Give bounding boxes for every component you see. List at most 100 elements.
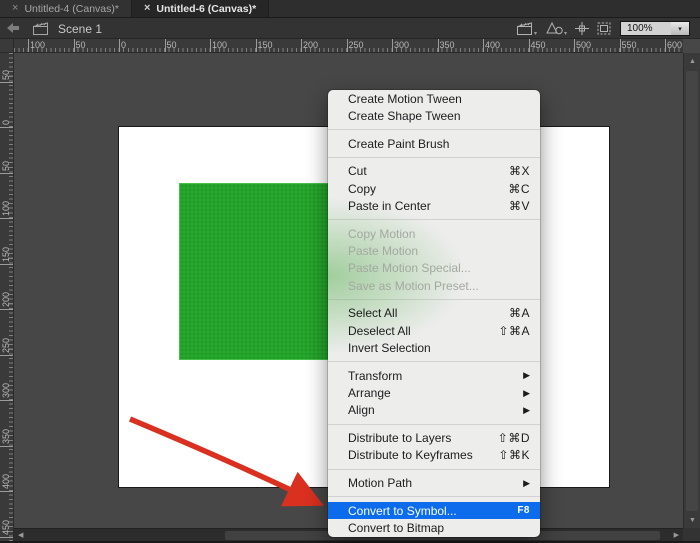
menu-item-shortcut: ⌘A xyxy=(509,306,530,320)
zoom-dropdown-button[interactable]: ▾ xyxy=(671,21,690,36)
flash-document-window: × Untitled-4 (Canvas)* × Untitled-6 (Can… xyxy=(0,0,700,543)
ruler-label: 600 xyxy=(667,40,682,50)
ruler-label: 500 xyxy=(576,40,591,50)
menu-item-distribute-to-keyframes[interactable]: Distribute to Keyframes⇧⌘K xyxy=(328,447,540,464)
menu-item-shortcut: ⌘X xyxy=(509,164,530,178)
ruler-label: 300 xyxy=(1,383,11,398)
ruler-tick: 200 xyxy=(0,309,13,310)
ruler-tick: 150 xyxy=(256,39,257,52)
menu-separator xyxy=(328,157,540,158)
menu-item-create-motion-tween[interactable]: Create Motion Tween xyxy=(328,90,540,107)
ruler-tick: 200 xyxy=(301,39,302,52)
menu-item-create-paint-brush[interactable]: Create Paint Brush xyxy=(328,135,540,152)
menu-item-label: Invert Selection xyxy=(348,341,530,355)
ruler-tick: 550 xyxy=(620,39,621,52)
ruler-label: 200 xyxy=(1,292,11,307)
menu-item-shortcut: F8 xyxy=(517,505,530,516)
ruler-label: 250 xyxy=(349,40,364,50)
menu-separator xyxy=(328,469,540,470)
vertical-scrollbar-thumb[interactable] xyxy=(686,71,698,511)
edit-scene-icon[interactable] xyxy=(516,21,534,36)
document-tab-bar: × Untitled-4 (Canvas)* × Untitled-6 (Can… xyxy=(0,0,700,18)
ruler-label: 300 xyxy=(394,40,409,50)
submenu-arrow-icon: ▶ xyxy=(523,370,530,381)
menu-item-shortcut: ⇧⌘K xyxy=(498,448,530,462)
close-icon[interactable]: × xyxy=(12,3,18,14)
submenu-arrow-icon: ▶ xyxy=(523,478,530,489)
ruler-label: 50 xyxy=(1,160,11,170)
menu-item-deselect-all[interactable]: Deselect All⇧⌘A xyxy=(328,322,540,339)
menu-item-label: Deselect All xyxy=(348,324,486,338)
scene-breadcrumb[interactable]: Scene 1 xyxy=(58,22,102,36)
menu-item-transform[interactable]: Transform ▶ xyxy=(328,367,540,384)
menu-item-cut[interactable]: Cut⌘X xyxy=(328,163,540,180)
menu-item-label: Convert to Bitmap xyxy=(348,521,530,535)
scroll-right-icon[interactable]: ▶ xyxy=(674,532,679,539)
scroll-up-icon[interactable]: ▲ xyxy=(689,58,696,65)
ruler-tick: 500 xyxy=(574,39,575,52)
menu-item-align[interactable]: Align▶ xyxy=(328,402,540,419)
scroll-down-icon[interactable]: ▼ xyxy=(689,517,696,524)
horizontal-ruler: 1005005010015020025030035040045050055060… xyxy=(14,39,683,53)
menu-item-label: Save as Motion Preset... xyxy=(348,279,530,293)
clapperboard-icon xyxy=(32,21,50,36)
menu-item-distribute-to-layers[interactable]: Distribute to Layers⇧⌘D xyxy=(328,429,540,446)
ruler-tick: 50 xyxy=(0,82,13,83)
ruler-tick: 0 xyxy=(0,127,13,128)
menu-item-label: Paste in Center xyxy=(348,199,497,213)
ruler-tick: 0 xyxy=(119,39,120,52)
ruler-tick: 100 xyxy=(0,218,13,219)
menu-separator xyxy=(328,424,540,425)
ruler-tick: 350 xyxy=(0,446,13,447)
menu-item-convert-to-symbol[interactable]: Convert to Symbol... F8 xyxy=(328,502,540,519)
menu-item-motion-path[interactable]: Motion Path▶ xyxy=(328,474,540,491)
menu-item-label: Align xyxy=(348,403,511,417)
menu-separator xyxy=(328,496,540,497)
zoom-level-field[interactable]: 100% xyxy=(620,21,672,36)
tab-untitled-4[interactable]: × Untitled-4 (Canvas)* xyxy=(0,0,132,17)
menu-item-copy[interactable]: Copy ⌘C xyxy=(328,180,540,197)
ruler-tick: 450 xyxy=(529,39,530,52)
edit-symbols-dropdown-icon[interactable]: ▾ xyxy=(564,30,567,37)
ruler-label: 150 xyxy=(1,246,11,261)
ruler-tick: 600 xyxy=(665,39,666,52)
ruler-label: 450 xyxy=(531,40,546,50)
close-icon[interactable]: × xyxy=(144,3,150,14)
ruler-tick: 400 xyxy=(0,491,13,492)
ruler-tick: 100 xyxy=(210,39,211,52)
menu-item-save-as-motion-preset: Save as Motion Preset... xyxy=(328,277,540,294)
tab-untitled-6[interactable]: × Untitled-6 (Canvas)* xyxy=(132,0,269,17)
back-arrow-icon[interactable] xyxy=(6,22,20,34)
menu-item-paste-in-center[interactable]: Paste in Center⌘V xyxy=(328,197,540,214)
ruler-tick: 100 xyxy=(28,39,29,52)
center-frame-icon[interactable] xyxy=(574,21,590,36)
ruler-tick: 300 xyxy=(0,400,13,401)
menu-item-select-all[interactable]: Select All⌘A xyxy=(328,305,540,322)
scrollbar-corner xyxy=(683,528,700,541)
edit-symbols-icon[interactable] xyxy=(546,21,564,36)
ruler-tick: 300 xyxy=(392,39,393,52)
ruler-label: 550 xyxy=(622,40,637,50)
menu-item-label: Paste Motion Special... xyxy=(348,261,530,275)
menu-item-label: Convert to Symbol... xyxy=(348,504,505,518)
ruler-tick: 50 xyxy=(74,39,75,52)
menu-item-label: Transform xyxy=(348,369,511,383)
menu-item-arrange[interactable]: Arrange▶ xyxy=(328,384,540,401)
menu-item-shortcut: ⌘C xyxy=(508,182,530,196)
ruler-tick: 350 xyxy=(438,39,439,52)
ruler-label: 400 xyxy=(485,40,500,50)
ruler-label: 0 xyxy=(121,40,126,50)
menu-item-label: Copy xyxy=(348,182,496,196)
ruler-tick: 50 xyxy=(0,173,13,174)
vertical-scrollbar[interactable]: ▲ ▼ xyxy=(683,53,700,528)
edit-scene-dropdown-icon[interactable]: ▾ xyxy=(534,30,537,37)
clip-content-icon[interactable] xyxy=(596,21,612,36)
menu-item-convert-to-bitmap[interactable]: Convert to Bitmap xyxy=(328,519,540,536)
menu-item-invert-selection[interactable]: Invert Selection xyxy=(328,339,540,356)
ruler-label: 200 xyxy=(303,40,318,50)
menu-item-create-shape-tween[interactable]: Create Shape Tween xyxy=(328,107,540,124)
ruler-corner xyxy=(0,39,14,53)
ruler-label: 100 xyxy=(212,40,227,50)
ruler-label: 100 xyxy=(30,40,45,50)
scroll-left-icon[interactable]: ◀ xyxy=(18,532,23,539)
